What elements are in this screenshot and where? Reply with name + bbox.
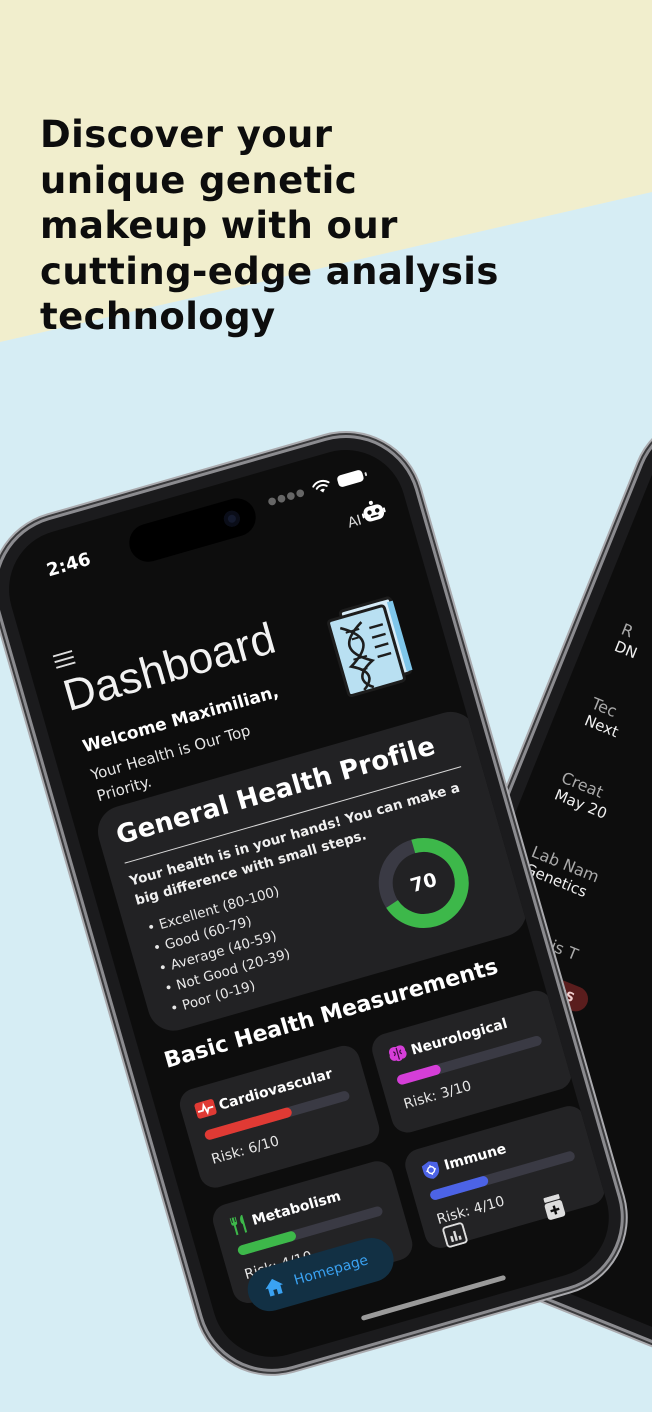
wifi-icon — [312, 479, 330, 493]
heart-monitor-icon — [193, 1097, 218, 1124]
medicine-icon[interactable] — [541, 1193, 568, 1225]
nav-homepage-button[interactable]: Homepage — [242, 1232, 399, 1317]
camera-icon — [222, 508, 242, 529]
health-score-gauge: 70 — [364, 824, 483, 943]
status-icons: ●●●● — [266, 468, 365, 509]
headline-line-1: Discover your — [40, 113, 333, 156]
headline-line-3: makeup with our — [40, 204, 398, 247]
home-icon — [261, 1273, 289, 1304]
dynamic-island — [124, 493, 261, 567]
fork-knife-icon — [227, 1213, 253, 1242]
measurement-name: Immune — [442, 1140, 509, 1174]
nav-homepage-label: Homepage — [292, 1252, 370, 1289]
robot-icon[interactable] — [359, 498, 389, 530]
signal-dots-icon: ●●●● — [266, 486, 307, 508]
status-time: 2:46 — [44, 548, 94, 582]
health-score-value: 70 — [407, 868, 440, 898]
risk-value: Risk: 3/10 — [401, 1078, 474, 1113]
risk-bar-fill — [395, 1063, 442, 1086]
headline-line-5: technology — [40, 295, 276, 338]
headline-line-2: unique genetic — [40, 158, 358, 202]
brain-icon — [386, 1042, 411, 1069]
headline-line-4: cutting-edge analysis — [40, 249, 499, 293]
shield-virus-icon — [419, 1158, 445, 1187]
dna-report-icon — [317, 589, 421, 700]
score-scale-list: Excellent (80-100) Good (60-79) Average … — [145, 882, 305, 1021]
chart-icon[interactable] — [441, 1221, 469, 1252]
headline: Discover your unique genetic makeup with… — [40, 112, 510, 340]
risk-value: Risk: 6/10 — [209, 1133, 282, 1168]
ai-label: AI — [345, 512, 364, 532]
risk-bar-fill — [203, 1106, 293, 1141]
battery-icon — [336, 469, 365, 488]
